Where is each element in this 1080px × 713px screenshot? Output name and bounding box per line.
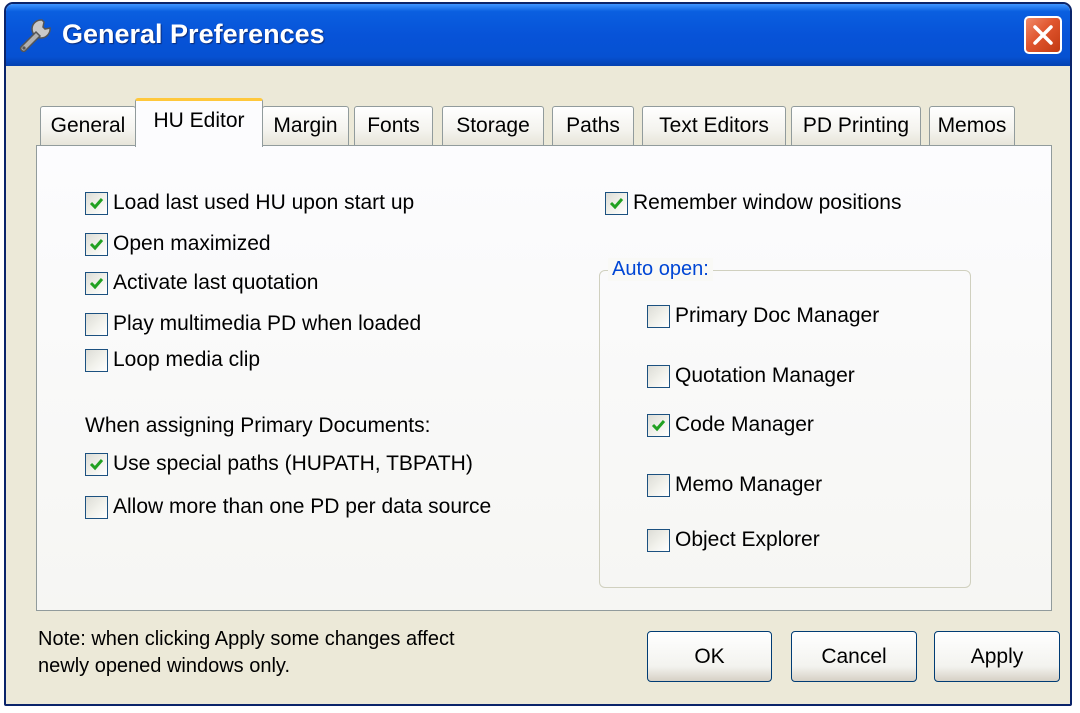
tab-memos[interactable]: Memos	[929, 106, 1015, 146]
checkbox[interactable]	[647, 413, 670, 437]
tab-pd-printing[interactable]: PD Printing	[791, 106, 921, 146]
ok-button[interactable]: OK	[647, 631, 772, 682]
apply-note-line-1: Note: when clicking Apply some changes a…	[38, 628, 455, 650]
wrench-icon	[16, 16, 54, 54]
hu-editor-panel: Load last used HU upon start up Open max…	[36, 145, 1052, 611]
apply-button[interactable]: Apply	[934, 631, 1060, 682]
assign-heading: When assigning Primary Documents:	[85, 414, 431, 437]
auto-open-quotation-manager[interactable]: Quotation Manager	[647, 364, 855, 388]
checkbox[interactable]	[85, 495, 108, 519]
checkbox[interactable]	[647, 304, 670, 328]
checkbox[interactable]	[85, 348, 108, 372]
checkbox[interactable]	[647, 528, 670, 552]
option-remember-window-positions[interactable]: Remember window positions	[605, 191, 901, 215]
tab-margin[interactable]: Margin	[262, 106, 349, 146]
option-play-multimedia[interactable]: Play multimedia PD when loaded	[85, 312, 421, 336]
checkbox[interactable]	[85, 452, 108, 476]
apply-note-line-2: newly opened windows only.	[38, 655, 291, 677]
cancel-button[interactable]: Cancel	[791, 631, 917, 682]
apply-note: Note: when clicking Apply some changes a…	[38, 626, 558, 680]
tab-general[interactable]: General	[40, 106, 136, 146]
option-load-last-hu[interactable]: Load last used HU upon start up	[85, 191, 414, 215]
tab-fonts[interactable]: Fonts	[354, 106, 433, 146]
tab-hu-editor[interactable]: HU Editor	[135, 98, 263, 147]
tab-text-editors[interactable]: Text Editors	[642, 106, 786, 146]
auto-open-legend: Auto open:	[608, 258, 713, 281]
checkbox[interactable]	[85, 191, 108, 215]
auto-open-code-manager[interactable]: Code Manager	[647, 413, 814, 437]
preferences-window: General Preferences General HU Editor Ma…	[4, 2, 1072, 706]
option-activate-last-quotation[interactable]: Activate last quotation	[85, 271, 318, 295]
checkbox[interactable]	[85, 232, 108, 256]
tab-paths[interactable]: Paths	[552, 106, 634, 146]
option-allow-multiple-pd[interactable]: Allow more than one PD per data source	[85, 495, 491, 519]
auto-open-group: Auto open: Primary Doc Manager Quotation…	[599, 258, 971, 588]
option-use-special-paths[interactable]: Use special paths (HUPATH, TBPATH)	[85, 452, 473, 476]
checkbox[interactable]	[605, 191, 628, 215]
window-title: General Preferences	[62, 19, 325, 49]
close-button[interactable]	[1024, 16, 1062, 54]
checkbox[interactable]	[85, 312, 108, 336]
checkbox[interactable]	[647, 364, 670, 388]
auto-open-object-explorer[interactable]: Object Explorer	[647, 528, 820, 552]
checkbox[interactable]	[85, 271, 108, 295]
option-open-maximized[interactable]: Open maximized	[85, 232, 271, 256]
option-loop-media-clip[interactable]: Loop media clip	[85, 348, 260, 372]
title-bar[interactable]: General Preferences	[6, 4, 1070, 66]
auto-open-memo-manager[interactable]: Memo Manager	[647, 473, 822, 497]
checkbox[interactable]	[647, 473, 670, 497]
tab-storage[interactable]: Storage	[442, 106, 544, 146]
auto-open-primary-doc-manager[interactable]: Primary Doc Manager	[647, 304, 879, 328]
